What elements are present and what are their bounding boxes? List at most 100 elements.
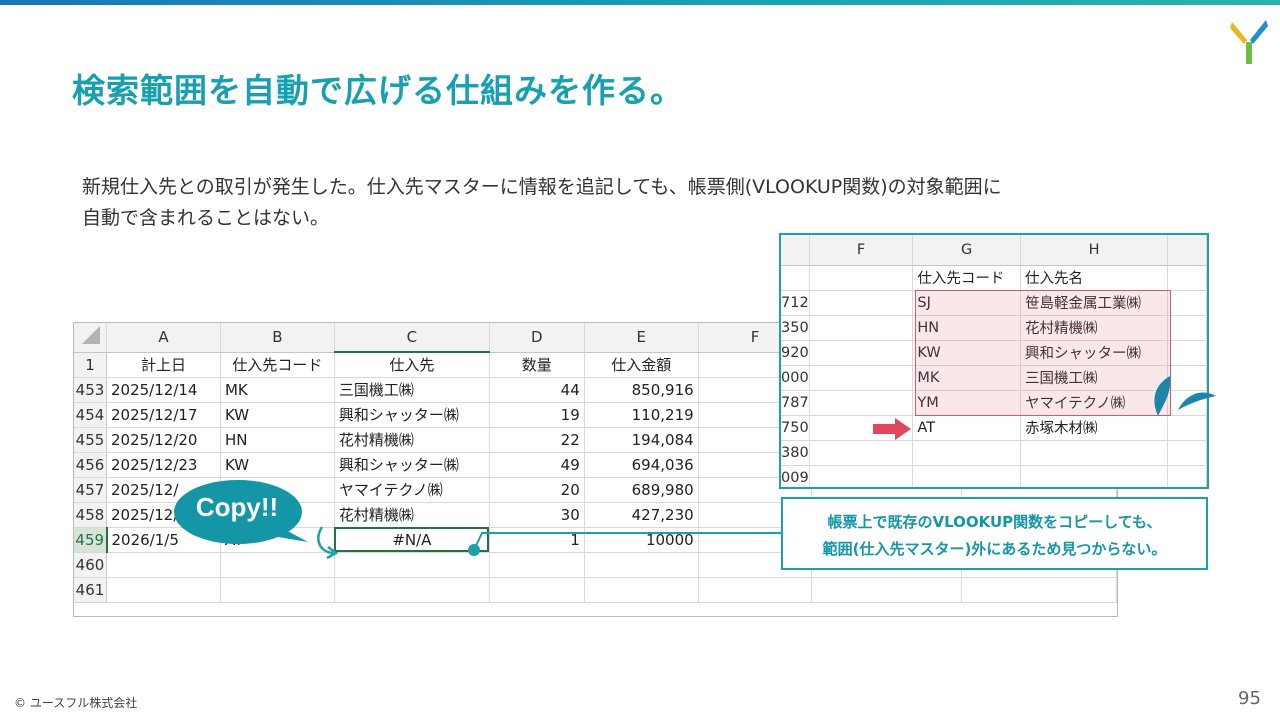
cell-name[interactable]: 花村精機㈱: [1020, 315, 1169, 341]
cell[interactable]: [809, 390, 914, 416]
cell-code[interactable]: HN: [220, 427, 335, 453]
cell-code[interactable]: MK: [220, 377, 335, 403]
column-header-d[interactable]: D: [489, 323, 585, 353]
row-header[interactable]: 380: [781, 440, 810, 466]
cell-date[interactable]: 2025/12/14: [106, 377, 221, 403]
cell-amount[interactable]: 110,219: [584, 402, 699, 428]
cell-qty[interactable]: 19: [489, 402, 585, 428]
cell[interactable]: [220, 552, 335, 578]
cell[interactable]: [811, 577, 963, 603]
cell-amount[interactable]: 194,084: [584, 427, 699, 453]
cell-header-code[interactable]: 仕入先コード: [912, 265, 1021, 291]
row-header[interactable]: 460: [74, 552, 107, 578]
column-header-a[interactable]: A: [106, 323, 221, 353]
cell-code[interactable]: AT: [912, 415, 1021, 441]
cell-date[interactable]: 2025/12/17: [106, 402, 221, 428]
cell-supplier[interactable]: 三国機工㈱: [334, 377, 490, 403]
column-header-c[interactable]: C: [334, 323, 490, 353]
cell[interactable]: [106, 552, 221, 578]
cell[interactable]: [961, 577, 1117, 603]
cell[interactable]: [809, 340, 914, 366]
row-header[interactable]: [781, 265, 810, 291]
row-header[interactable]: 000: [781, 365, 810, 391]
cell-date[interactable]: 2025/12/23: [106, 452, 221, 478]
cell[interactable]: 仕入金額: [584, 352, 699, 378]
cell[interactable]: [489, 552, 585, 578]
cell-qty[interactable]: 44: [489, 377, 585, 403]
cell-name[interactable]: 三国機工㈱: [1020, 365, 1169, 391]
cell-amount[interactable]: 689,980: [584, 477, 699, 503]
row-header[interactable]: 920: [781, 340, 810, 366]
cell-code[interactable]: YM: [912, 390, 1021, 416]
cell[interactable]: [1167, 415, 1207, 441]
cell-supplier[interactable]: 興和シャッター㈱: [334, 452, 490, 478]
row-header[interactable]: 787: [781, 390, 810, 416]
cell-amount[interactable]: 10000: [584, 527, 699, 553]
cell[interactable]: 計上日: [106, 352, 221, 378]
cell[interactable]: [1020, 440, 1169, 466]
cell[interactable]: [809, 315, 914, 341]
column-header-b[interactable]: B: [220, 323, 335, 353]
cell-name[interactable]: 笹島軽金属工業㈱: [1020, 290, 1169, 316]
column-header-e[interactable]: E: [584, 323, 699, 353]
row-header[interactable]: 750: [781, 415, 810, 441]
row-header[interactable]: 454: [74, 402, 107, 428]
cell[interactable]: [220, 577, 335, 603]
cell-qty[interactable]: 30: [489, 502, 585, 528]
row-header[interactable]: 350: [781, 315, 810, 341]
cell[interactable]: [1167, 265, 1207, 291]
cell[interactable]: [1167, 315, 1207, 341]
cell-supplier[interactable]: 花村精機㈱: [334, 427, 490, 453]
active-cell-supplier-error[interactable]: #N/A: [334, 527, 490, 553]
cell[interactable]: [1167, 290, 1207, 316]
cell-header-name[interactable]: 仕入先名: [1020, 265, 1169, 291]
cell-amount[interactable]: 694,036: [584, 452, 699, 478]
cell-code[interactable]: KW: [912, 340, 1021, 366]
cell[interactable]: 仕入先コード: [220, 352, 335, 378]
row-header[interactable]: 009: [781, 465, 810, 487]
cell-code[interactable]: KW: [220, 452, 335, 478]
cell-qty[interactable]: 22: [489, 427, 585, 453]
row-header[interactable]: 457: [74, 477, 107, 503]
column-header-g[interactable]: G: [912, 235, 1021, 266]
column-header-f[interactable]: F: [809, 235, 914, 266]
cell-name[interactable]: ヤマイテクノ㈱: [1020, 390, 1169, 416]
cell[interactable]: [809, 440, 914, 466]
cell[interactable]: [1167, 465, 1207, 487]
cell-code[interactable]: SJ: [912, 290, 1021, 316]
cell[interactable]: [809, 365, 914, 391]
cell-supplier[interactable]: ヤマイテクノ㈱: [334, 477, 490, 503]
cell-supplier[interactable]: 花村精機㈱: [334, 502, 490, 528]
row-header[interactable]: 712: [781, 290, 810, 316]
cell[interactable]: 仕入先: [334, 352, 490, 378]
cell[interactable]: [1020, 465, 1169, 487]
cell-supplier[interactable]: 興和シャッター㈱: [334, 402, 490, 428]
row-header[interactable]: 1: [74, 352, 107, 378]
cell-qty[interactable]: 20: [489, 477, 585, 503]
cell-name[interactable]: 興和シャッター㈱: [1020, 340, 1169, 366]
cell[interactable]: [809, 290, 914, 316]
row-header[interactable]: 461: [74, 577, 107, 603]
cell[interactable]: [1167, 340, 1207, 366]
cell[interactable]: [1167, 440, 1207, 466]
cell-code[interactable]: HN: [912, 315, 1021, 341]
cell[interactable]: [106, 577, 221, 603]
cell[interactable]: [584, 577, 699, 603]
row-header[interactable]: 458: [74, 502, 107, 528]
cell[interactable]: [489, 577, 585, 603]
cell-qty[interactable]: 49: [489, 452, 585, 478]
cell[interactable]: [584, 552, 699, 578]
cell-name[interactable]: 赤塚木材㈱: [1020, 415, 1169, 441]
row-header[interactable]: 453: [74, 377, 107, 403]
cell[interactable]: [334, 577, 490, 603]
cell[interactable]: [809, 265, 914, 291]
select-all-corner[interactable]: [74, 323, 107, 353]
cell[interactable]: [912, 465, 1021, 487]
cell-amount[interactable]: 850,916: [584, 377, 699, 403]
cell[interactable]: 数量: [489, 352, 585, 378]
cell-qty[interactable]: 1: [489, 527, 585, 553]
column-header-h[interactable]: H: [1020, 235, 1169, 266]
cell[interactable]: [334, 552, 490, 578]
cell-amount[interactable]: 427,230: [584, 502, 699, 528]
cell-date[interactable]: 2025/12/20: [106, 427, 221, 453]
